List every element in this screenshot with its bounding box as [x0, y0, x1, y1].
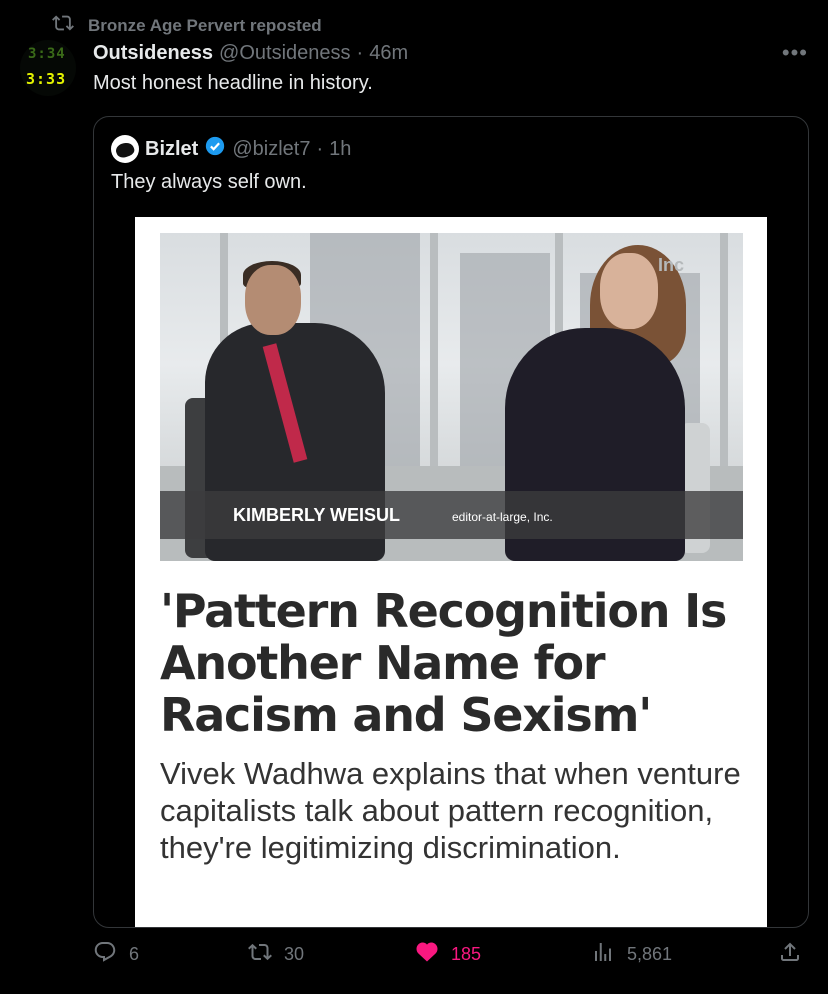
repost-count: 30: [284, 944, 305, 964]
reply-icon: [93, 940, 117, 969]
verified-badge-icon: [204, 135, 226, 163]
repost-context[interactable]: Bronze Age Pervert reposted: [52, 12, 322, 39]
like-button[interactable]: 185: [415, 940, 481, 969]
lower-third-role: editor-at-large, Inc.: [452, 510, 553, 524]
quote-tweet[interactable]: Bizlet @bizlet7 · 1h They always self ow…: [93, 116, 809, 928]
share-icon: [778, 940, 802, 969]
reply-button[interactable]: 6: [93, 940, 139, 969]
separator: ·: [316, 137, 324, 160]
quote-header: Bizlet @bizlet7 · 1h: [111, 135, 351, 163]
separator: ·: [356, 42, 364, 64]
repost-icon: [248, 940, 272, 969]
quote-author-name[interactable]: Bizlet: [145, 138, 198, 161]
tweet-header: Outsideness @Outsideness · 46m: [93, 42, 408, 65]
analytics-icon: [591, 940, 615, 969]
tweet-text: Most honest headline in history.: [93, 72, 373, 94]
avatar-clock: 3:33: [26, 70, 67, 88]
view-count: 5,861: [627, 944, 673, 964]
quote-text: They always self own.: [111, 171, 307, 193]
avatar[interactable]: 3:34 3:33: [20, 40, 76, 96]
inc-watermark: Inc: [658, 255, 685, 275]
avatar-clock-top: 3:34: [28, 46, 66, 62]
author-handle[interactable]: @Outsideness: [219, 42, 350, 65]
article-subheadline: Vivek Wadhwa explains that when venture …: [160, 756, 741, 865]
lower-third-name: KIMBERLY WEISUL: [233, 505, 401, 525]
author-name[interactable]: Outsideness: [93, 42, 213, 65]
reply-count: 6: [129, 944, 140, 964]
article-image[interactable]: Inc KIMBERLY WEISUL editor-at-large, Inc…: [135, 217, 767, 927]
like-count: 185: [451, 944, 482, 964]
quote-avatar[interactable]: [111, 135, 139, 163]
action-bar: 6 30 185 5,861: [93, 940, 808, 980]
article-headline: 'Pattern Recognition Is Another Name for…: [160, 584, 727, 742]
share-button[interactable]: [778, 940, 802, 969]
more-options-icon[interactable]: •••: [782, 40, 808, 66]
quote-author-handle[interactable]: @bizlet7: [232, 138, 310, 161]
heart-icon: [415, 940, 439, 969]
repost-button[interactable]: 30: [248, 940, 304, 969]
lower-third-caption: KIMBERLY WEISUL editor-at-large, Inc.: [160, 491, 743, 539]
quote-timestamp[interactable]: 1h: [329, 138, 351, 161]
timestamp[interactable]: 46m: [369, 42, 408, 65]
repost-label: Bronze Age Pervert reposted: [88, 15, 322, 35]
repost-icon: [52, 12, 74, 39]
views-button[interactable]: 5,861: [591, 940, 672, 969]
